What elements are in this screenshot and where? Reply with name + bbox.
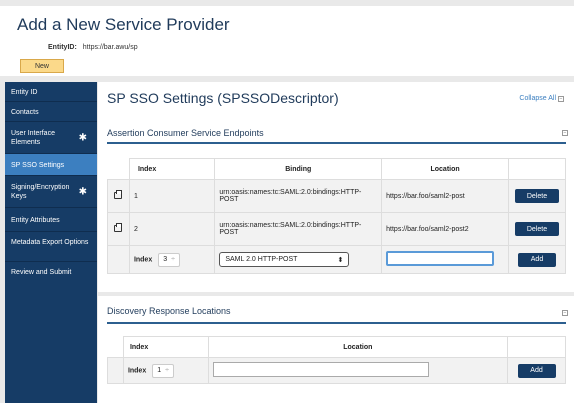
stepper-arrows-icon: ÷ [171,256,175,263]
header-action [508,158,566,180]
header-location: Location [381,158,510,180]
location-input[interactable] [386,251,495,266]
row-blank-cell [107,245,130,274]
printer-icon[interactable] [114,189,123,199]
sidebar-item-label: Metadata Export Options [11,239,89,246]
select-arrows-icon: ⬍ [337,256,344,264]
new-index-cell: Index 3 ÷ [128,245,216,274]
collapse-box-icon: − [558,95,564,102]
sidebar-item-sp-sso-settings[interactable]: SP SSO Settings [5,154,97,176]
sidebar-item-contacts[interactable]: Contacts [5,102,97,122]
new-status-badge[interactable]: New [20,59,64,73]
add-button[interactable]: Add [518,252,556,267]
discovery-panel: Discovery Response Locations − Index Loc… [98,296,574,403]
new-entry-row: Index 3 ÷ SAML 2.0 HTTP-POST ⬍ Add [107,245,566,274]
drl-section-title: Discovery Response Locations [107,306,231,316]
row-binding: urn:oasis:names:tc:SAML:2.0:bindings:HTT… [214,212,383,246]
index-stepper-value: 1 [157,367,162,374]
header-blank [107,158,130,180]
collapse-all-link[interactable]: Collapse All − [519,95,564,102]
header-index: Index [122,336,209,358]
delete-button[interactable]: Delete [515,189,559,203]
page-title: Add a New Service Provider [17,15,230,34]
header-location: Location [207,336,509,358]
new-binding-cell: SAML 2.0 HTTP-POST ⬍ [214,245,383,274]
row-action-cell: Delete [508,179,566,213]
new-entry-row: Index 1 ÷ Add [107,357,566,384]
entity-id-line: EntityID: https://bar.awu/sp [48,44,138,51]
sidebar-item-label: Contacts [11,109,39,116]
drl-table: Index Location Index 1 ÷ Add [107,336,566,384]
sp-sso-settings-panel: SP SSO Settings (SPSSODescriptor) Collap… [98,82,574,292]
sidebar-item-entity-id[interactable]: Entity ID [5,82,97,102]
sidebar-item-entity-attributes[interactable]: Entity Attributes [5,208,97,232]
header-blank [107,336,124,358]
row-location: https://bar.foo/saml2-post [381,179,510,213]
sidebar-item-review-submit[interactable]: Review and Submit [5,262,97,284]
sidebar-nav: Entity ID Contacts User Interface Elemen… [5,82,97,403]
sidebar-item-label: Entity Attributes [11,217,60,224]
row-blank-cell [107,357,124,384]
acs-section-title: Assertion Consumer Service Endpoints [107,128,264,138]
entity-id-value: https://bar.awu/sp [82,44,138,51]
row-binding: urn:oasis:names:tc:SAML:2.0:bindings:HTT… [214,179,383,213]
sidebar-item-label: Review and Submit [11,269,72,276]
new-index-cell: Index 1 ÷ [122,357,209,384]
stepper-arrows-icon: ÷ [165,367,169,374]
new-location-cell [381,245,510,274]
new-action-cell: Add [508,245,566,274]
acs-divider [107,142,566,144]
required-star-icon: ✱ [78,132,87,143]
location-input[interactable] [212,362,429,377]
header-index: Index [128,158,216,180]
required-star-icon: ✱ [78,186,87,197]
printer-icon[interactable] [114,222,123,232]
acs-table: Index Binding Location 1 urn:oasis:names… [107,158,566,274]
row-action-cell: Delete [508,212,566,246]
binding-select-value: SAML 2.0 HTTP-POST [225,256,298,263]
sidebar-item-user-interface[interactable]: User Interface Elements ✱ [5,122,97,154]
sidebar-item-metadata-export[interactable]: Metadata Export Options [5,232,97,262]
collapse-acs-icon[interactable]: − [562,130,568,136]
index-stepper[interactable]: 3 ÷ [158,252,180,267]
sidebar-item-signing-keys[interactable]: Signing/Encryption Keys ✱ [5,176,97,208]
entity-id-label: EntityID: [48,44,77,51]
header-action [507,336,566,358]
new-index-label: Index [133,256,153,263]
section-title: SP SSO Settings (SPSSODescriptor) [107,90,339,106]
new-location-cell [207,357,509,384]
row-print-cell[interactable] [107,212,130,246]
new-action-cell: Add [507,357,566,384]
sidebar-item-label: SP SSO Settings [11,162,65,169]
row-print-cell[interactable] [107,179,130,213]
sidebar-item-label: Entity ID [11,89,38,96]
sidebar-item-label: Signing/Encryption Keys [11,184,70,200]
drl-divider [107,322,566,324]
collapse-all-label: Collapse All [519,95,556,102]
index-stepper[interactable]: 1 ÷ [152,363,174,378]
header-binding: Binding [214,158,383,180]
delete-button[interactable]: Delete [515,222,559,236]
row-index: 1 [128,179,216,213]
new-index-label: Index [127,367,147,374]
table-row: 1 urn:oasis:names:tc:SAML:2.0:bindings:H… [107,179,566,213]
binding-select[interactable]: SAML 2.0 HTTP-POST ⬍ [219,252,350,267]
row-index: 2 [128,212,216,246]
row-location: https://bar.foo/saml2-post2 [381,212,510,246]
table-header-row: Index Location [107,336,566,358]
add-button[interactable]: Add [517,363,556,378]
table-row: 2 urn:oasis:names:tc:SAML:2.0:bindings:H… [107,212,566,246]
table-header-row: Index Binding Location [107,158,566,180]
sidebar-item-label: User Interface Elements [11,130,55,146]
index-stepper-value: 3 [163,256,168,263]
collapse-drl-icon[interactable]: − [562,310,568,316]
page-header: Add a New Service Provider EntityID: http… [0,6,574,76]
